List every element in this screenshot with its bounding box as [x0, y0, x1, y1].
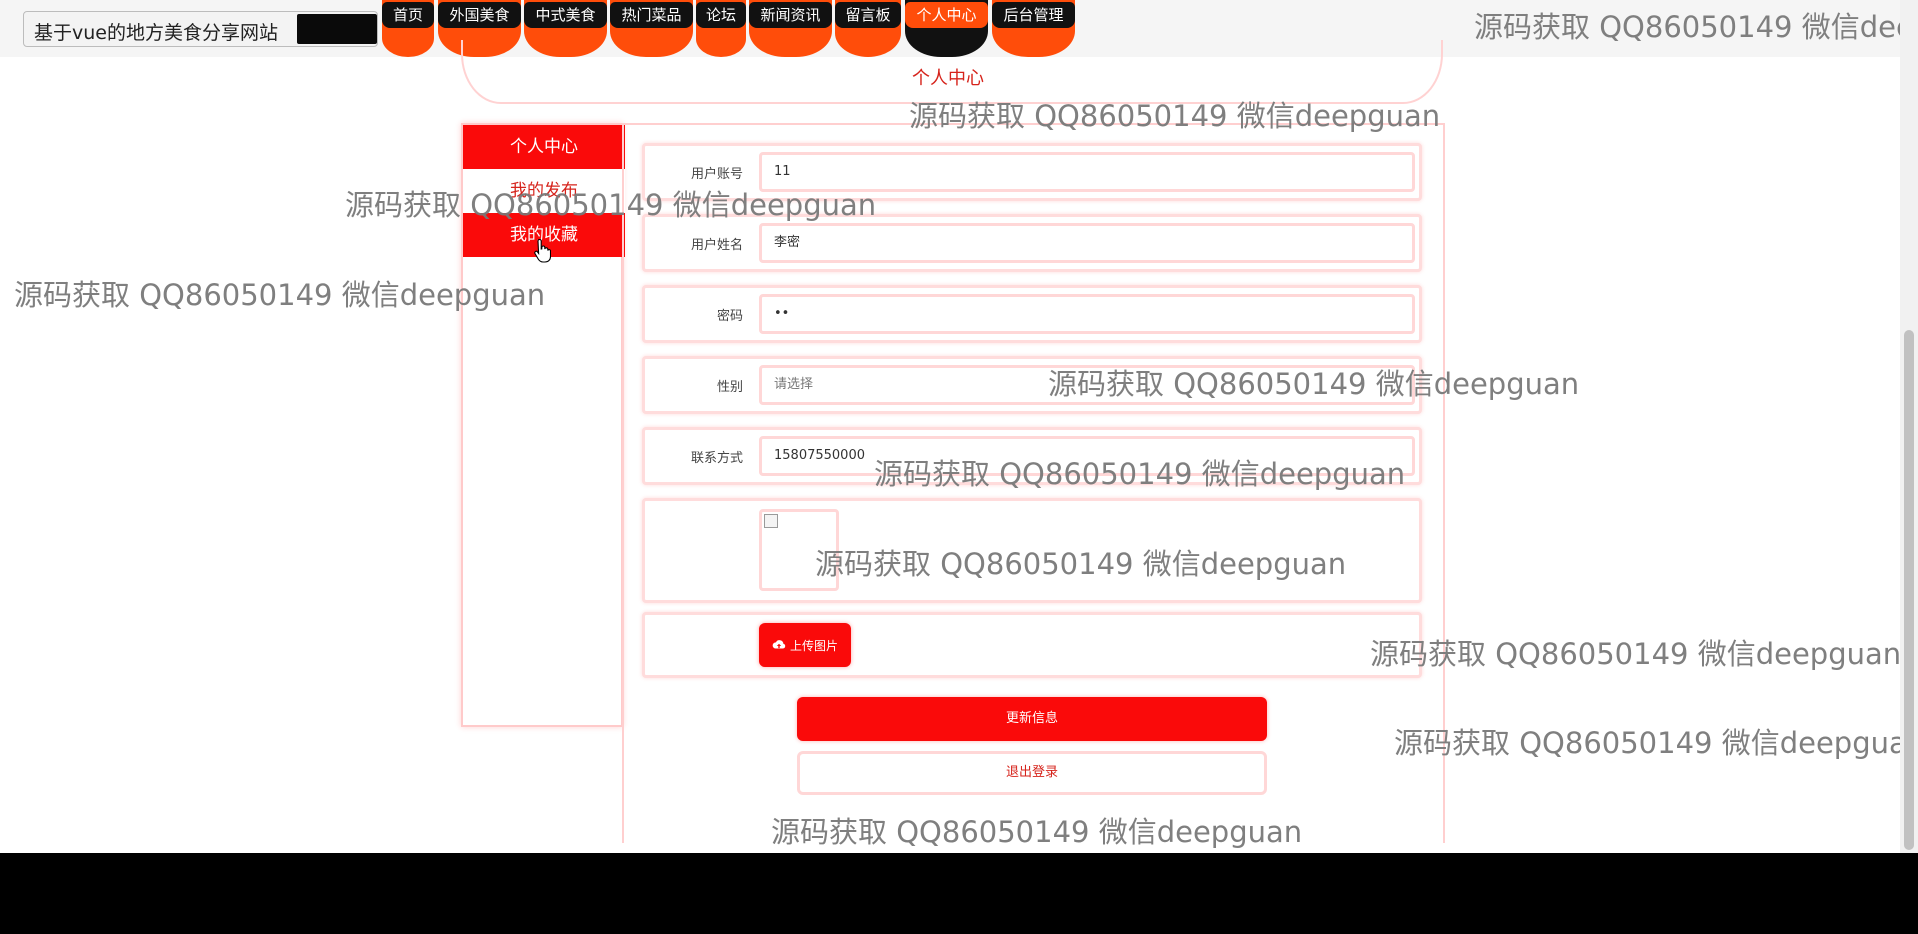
name-input[interactable]: 李密: [759, 223, 1415, 263]
avatar-image: [759, 509, 839, 591]
account-label: 用户账号: [690, 166, 743, 182]
phone-input[interactable]: 15807550000: [759, 436, 1415, 476]
watermark-text: 源码获取 QQ86050149 微信deepguan: [1394, 726, 1918, 760]
watermark-text: 源码获取 QQ86050149 微信deepguan: [1370, 637, 1902, 671]
password-label: 密码: [716, 308, 743, 324]
page-title: 个人中心: [912, 68, 984, 89]
form-row-gender: 性别 请选择: [642, 356, 1422, 414]
name-label: 用户姓名: [690, 237, 743, 253]
form-row-password: 密码 ••: [642, 285, 1422, 343]
broken-image-icon: [764, 514, 778, 528]
upload-label: 上传图片: [789, 638, 838, 653]
site-title-box: 基于vue的地方美食分享网站: [23, 11, 378, 47]
site-title: 基于vue的地方美食分享网站: [34, 22, 278, 44]
bottom-dark-area: [0, 853, 1918, 934]
form-row-name: 用户姓名 李密: [642, 214, 1422, 272]
sidebar-item-personal-center[interactable]: 个人中心: [463, 125, 625, 169]
sidebar: 个人中心 我的发布 我的收藏: [461, 123, 625, 727]
page-scrollbar[interactable]: [1900, 0, 1918, 853]
phone-label: 联系方式: [690, 450, 743, 466]
hand-cursor-icon: [534, 239, 551, 263]
form-row-upload: 上传图片: [642, 612, 1422, 678]
upload-image-button[interactable]: 上传图片: [759, 623, 851, 667]
form-row-avatar: [642, 498, 1422, 603]
account-input[interactable]: 11: [759, 152, 1415, 192]
cloud-upload-icon: [772, 640, 786, 649]
sidebar-item-my-posts[interactable]: 我的发布: [463, 169, 625, 213]
password-input[interactable]: ••: [759, 294, 1415, 334]
form-row-account: 用户账号 11: [642, 143, 1422, 201]
update-info-button[interactable]: 更新信息: [797, 697, 1267, 741]
gender-select[interactable]: 请选择: [759, 365, 1415, 405]
scrollbar-thumb[interactable]: [1904, 330, 1914, 850]
title-dark-block: [297, 14, 377, 44]
form-row-phone: 联系方式 15807550000: [642, 427, 1422, 485]
gender-label: 性别: [716, 379, 743, 395]
logout-button[interactable]: 退出登录: [797, 751, 1267, 795]
